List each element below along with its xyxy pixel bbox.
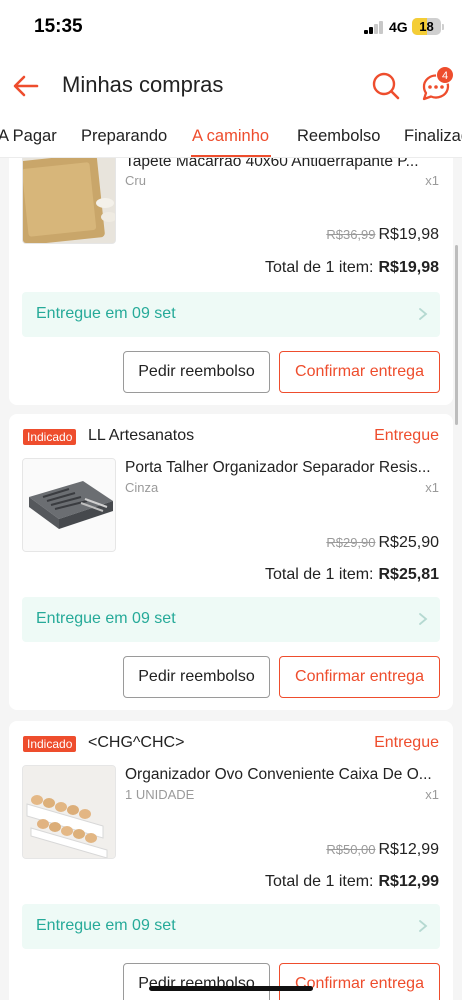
delivery-status[interactable]: Entregue em 09 set (22, 597, 440, 642)
current-price: R$19,98 (378, 226, 440, 243)
refund-button[interactable]: Pedir reembolso (123, 656, 270, 698)
status-bar: 15:35 4G 18 (0, 0, 462, 56)
total-label: Total de 1 item: (265, 873, 374, 890)
total-amount: R$19,98 (378, 259, 440, 276)
shop-name[interactable]: LL Artesanatos (88, 427, 194, 445)
total-label: Total de 1 item: (265, 259, 374, 276)
chevron-right-icon (418, 919, 428, 933)
refund-button[interactable]: Pedir reembolso (123, 963, 270, 1000)
product-image[interactable] (22, 458, 116, 552)
product-variant: 1 UNIDADE (125, 787, 195, 802)
refund-button[interactable]: Pedir reembolso (123, 351, 270, 393)
tab-reembolso[interactable]: Reembolso (297, 127, 380, 146)
order-tabs: A Pagar Preparando A caminho Reembolso F… (0, 116, 462, 158)
original-price: R$36,99 (326, 227, 376, 242)
shop-tag: Indicado (23, 736, 77, 752)
confirm-delivery-button[interactable]: Confirmar entrega (279, 656, 440, 698)
total-label: Total de 1 item: (265, 566, 374, 583)
scrollbar[interactable] (455, 245, 458, 425)
shop-tag: Indicado (23, 429, 77, 445)
order-status: Entregue (374, 427, 439, 444)
home-indicator[interactable] (149, 986, 313, 991)
current-price: R$12,99 (378, 841, 440, 858)
product-image[interactable] (22, 158, 116, 244)
chat-badge: 4 (436, 66, 454, 84)
delivery-text: Entregue em 09 set (36, 305, 176, 322)
confirm-delivery-button[interactable]: Confirmar entrega (279, 963, 440, 1000)
order-total: Total de 1 item: R$12,99 (265, 873, 439, 891)
product-name[interactable]: Organizador Ovo Conveniente Caixa De O..… (125, 766, 441, 784)
product-quantity: x1 (425, 787, 439, 802)
total-amount: R$12,99 (378, 873, 440, 890)
delivery-text: Entregue em 09 set (36, 917, 176, 934)
tab-preparando[interactable]: Preparando (81, 127, 167, 146)
price-row: R$36,99 R$19,98 (326, 226, 439, 244)
network-type: 4G (389, 19, 408, 35)
tab-a-pagar[interactable]: A Pagar (0, 127, 57, 146)
product-quantity: x1 (425, 173, 439, 188)
product-quantity: x1 (425, 480, 439, 495)
delivery-status[interactable]: Entregue em 09 set (22, 292, 440, 337)
shop-name[interactable]: <CHG^CHC> (88, 734, 184, 752)
tab-finalizado[interactable]: Finalizado (404, 127, 462, 146)
status-time: 15:35 (34, 16, 83, 37)
search-icon[interactable] (370, 70, 402, 102)
order-card: Indicado <CHG^CHC> Entregue Organizador (9, 721, 453, 1000)
app-header: Minhas compras 4 (0, 56, 462, 116)
delivery-status[interactable]: Entregue em 09 set (22, 904, 440, 949)
price-row: R$29,90 R$25,90 (326, 534, 439, 552)
chevron-right-icon (418, 612, 428, 626)
current-price: R$25,90 (378, 534, 440, 551)
total-amount: R$25,81 (378, 566, 440, 583)
delivery-text: Entregue em 09 set (36, 610, 176, 627)
order-card: Indicado LL Artesanatos Entregue Porta T… (9, 414, 453, 710)
original-price: R$50,00 (326, 842, 376, 857)
order-total: Total de 1 item: R$25,81 (265, 566, 439, 584)
price-row: R$50,00 R$12,99 (326, 841, 439, 859)
signal-icon (364, 21, 384, 34)
battery-level: 18 (419, 19, 434, 34)
battery-icon: 18 (412, 18, 441, 35)
order-total: Total de 1 item: R$19,98 (265, 259, 439, 277)
orders-list[interactable]: Tapete Macarrão 40x60 Antiderrapante P..… (0, 158, 462, 1000)
original-price: R$29,90 (326, 535, 376, 550)
back-arrow-icon[interactable] (10, 70, 42, 102)
product-name[interactable]: Tapete Macarrão 40x60 Antiderrapante P..… (125, 158, 441, 171)
product-variant: Cru (125, 173, 146, 188)
chevron-right-icon (418, 307, 428, 321)
tab-a-caminho[interactable]: A caminho (192, 127, 269, 146)
product-image[interactable] (22, 765, 116, 859)
order-card: Tapete Macarrão 40x60 Antiderrapante P..… (9, 158, 453, 405)
order-status: Entregue (374, 734, 439, 751)
product-variant: Cinza (125, 480, 159, 495)
page-title: Minhas compras (62, 72, 224, 97)
product-name[interactable]: Porta Talher Organizador Separador Resis… (125, 459, 441, 477)
confirm-delivery-button[interactable]: Confirmar entrega (279, 351, 440, 393)
